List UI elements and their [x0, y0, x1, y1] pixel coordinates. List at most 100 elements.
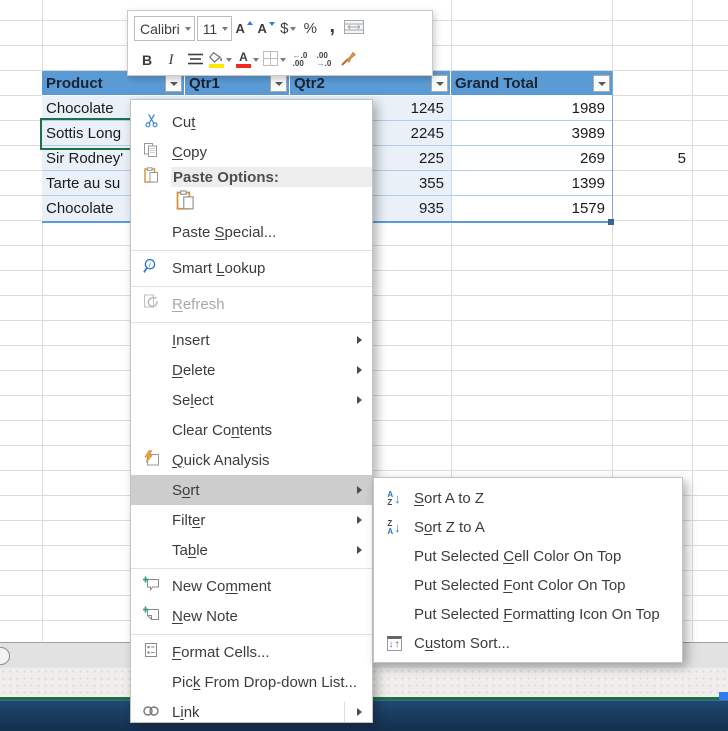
submenu-arrow-icon	[357, 336, 362, 344]
caret-down-icon	[269, 22, 275, 26]
menu-item-copy[interactable]: Copy	[131, 137, 372, 167]
submenu-item-label: Put Selected Formatting Icon On Top	[414, 606, 682, 623]
group-label-text: Paste Options:	[171, 167, 372, 187]
menu-item-label: Table	[171, 542, 372, 559]
menu-item-filter[interactable]: Filter	[131, 505, 372, 535]
menu-item-select[interactable]: Select	[131, 385, 372, 415]
submenu-item-label: Custom Sort...	[414, 635, 682, 652]
submenu-item-custom-sort[interactable]: ↓↑ Custom Sort...	[374, 629, 682, 658]
chevron-down-icon	[253, 58, 259, 62]
menu-item-insert[interactable]: Insert	[131, 325, 372, 355]
cell-outside-value[interactable]: 5	[612, 146, 692, 171]
menu-item-new-note[interactable]: New Note	[131, 601, 372, 631]
custom-sort-icon: ↓↑	[387, 636, 402, 651]
filter-button[interactable]	[165, 75, 182, 92]
column-header-grand-total: Grand Total	[451, 71, 612, 96]
menu-item-format-cells[interactable]: Format Cells...	[131, 637, 372, 667]
button-glyph: I	[169, 52, 174, 69]
column-header-label: Qtr2	[294, 75, 325, 92]
format-painter-button[interactable]	[338, 48, 358, 72]
font-name-combo[interactable]: Calibri	[134, 16, 195, 41]
menu-item-table[interactable]: Table	[131, 535, 372, 565]
clipboard-icon	[143, 167, 159, 187]
font-size-combo[interactable]: 11	[197, 16, 233, 41]
center-align-button[interactable]	[185, 48, 205, 72]
menu-item-clear-contents[interactable]: Clear Contents	[131, 415, 372, 445]
column-header-label: Grand Total	[455, 75, 538, 92]
menu-item-link[interactable]: Link	[131, 697, 372, 723]
smart-lookup-icon: i	[143, 258, 160, 278]
table-format-button[interactable]	[344, 17, 364, 41]
accounting-format-button[interactable]: $	[278, 17, 298, 41]
submenu-item-font-color-on-top[interactable]: Put Selected Font Color On Top	[374, 571, 682, 600]
increase-decimal-button[interactable]: .00→.0	[314, 48, 334, 72]
menu-item-label: New Comment	[171, 578, 372, 595]
menu-item-smart-lookup[interactable]: iSmart Lookup	[131, 253, 372, 283]
button-glyph: A	[236, 21, 245, 36]
submenu-item-label: Put Selected Font Color On Top	[414, 577, 682, 594]
link-icon	[142, 704, 160, 721]
grow-font-button[interactable]: A	[234, 17, 254, 41]
submenu-item-sort-z-to-a[interactable]: ZA↓ Sort Z to A	[374, 513, 682, 542]
menu-item-label: Format Cells...	[171, 644, 372, 661]
submenu-arrow-icon	[357, 366, 362, 374]
menu-split-divider	[344, 702, 345, 722]
paste-keep-source-formatting-button[interactable]	[171, 188, 199, 216]
menu-item-pick-from-list[interactable]: Pick From Drop-down List...	[131, 667, 372, 697]
menu-item-sort[interactable]: Sort	[131, 475, 372, 505]
sort-submenu: AZ↓Sort A to Z ZA↓ Sort Z to A Put Selected…	[373, 477, 683, 663]
decrease-decimal-button[interactable]: ←.0.00	[290, 48, 310, 72]
cell-grand-total[interactable]: 1989	[451, 96, 612, 121]
bold-button[interactable]: B	[137, 48, 157, 72]
filter-button[interactable]	[593, 75, 610, 92]
submenu-item-label: Sort Z to A	[414, 519, 682, 536]
button-glyph: A	[239, 52, 248, 63]
cut-icon	[144, 113, 159, 132]
fill-color-icon	[209, 52, 224, 68]
shrink-font-button[interactable]: A	[256, 17, 276, 41]
cell-grand-total[interactable]: 269	[451, 146, 612, 171]
menu-item-label: Delete	[171, 362, 372, 379]
italic-button[interactable]: I	[161, 48, 181, 72]
borders-button[interactable]	[263, 48, 286, 72]
menu-item-quick-analysis[interactable]: Quick Analysis	[131, 445, 372, 475]
increase-decimal-icon: .00→.0	[317, 52, 332, 68]
font-color-button[interactable]: A	[236, 48, 259, 72]
mini-toolbar: Calibri11AA$%, BIA←.0.00.00→.0	[127, 10, 433, 76]
menu-item-paste-special[interactable]: Paste Special...	[131, 217, 372, 247]
filter-button[interactable]	[270, 75, 287, 92]
submenu-item-sort-a-to-z[interactable]: AZ↓Sort A to Z	[374, 484, 682, 513]
menu-item-label: Select	[171, 392, 372, 409]
column-header-label: Qtr1	[189, 75, 220, 92]
fill-color-button[interactable]	[209, 48, 232, 72]
cell-grand-total[interactable]: 1399	[451, 171, 612, 196]
caret-up-icon	[247, 21, 253, 25]
sort-za-icon: ZA↓	[387, 520, 400, 535]
button-glyph: B	[142, 52, 152, 68]
format-painter-icon	[341, 51, 356, 70]
percent-style-button[interactable]: %	[300, 17, 320, 41]
menu-item-label: Cut	[171, 114, 372, 131]
submenu-item-formatting-icon-on-top[interactable]: Put Selected Formatting Icon On Top	[374, 600, 682, 629]
comma-style-button[interactable]: ,	[322, 17, 342, 41]
chevron-down-icon	[436, 82, 444, 86]
menu-item-cut[interactable]: Cut	[131, 107, 372, 137]
menu-item-delete[interactable]: Delete	[131, 355, 372, 385]
button-glyph: ,	[329, 22, 335, 30]
chevron-down-icon	[275, 82, 283, 86]
submenu-item-cell-color-on-top[interactable]: Put Selected Cell Color On Top	[374, 542, 682, 571]
filter-button[interactable]	[431, 75, 448, 92]
cell-grand-total[interactable]: 1579	[451, 196, 612, 221]
menu-item-new-comment[interactable]: New Comment	[131, 571, 372, 601]
submenu-item-label: Put Selected Cell Color On Top	[414, 548, 682, 565]
menu-item-label: Insert	[171, 332, 372, 349]
borders-icon	[263, 51, 278, 70]
new-note-icon	[143, 606, 160, 626]
context-menu: Cut CopyPaste Options: Paste Special... iSm…	[130, 99, 373, 723]
format-cells-icon	[143, 642, 159, 662]
table-resize-handle[interactable]	[608, 219, 614, 225]
combo-value: 11	[203, 21, 218, 37]
chevron-down-icon	[280, 58, 286, 62]
cell-grand-total[interactable]: 3989	[451, 121, 612, 146]
column-header-label: Product	[46, 75, 103, 92]
